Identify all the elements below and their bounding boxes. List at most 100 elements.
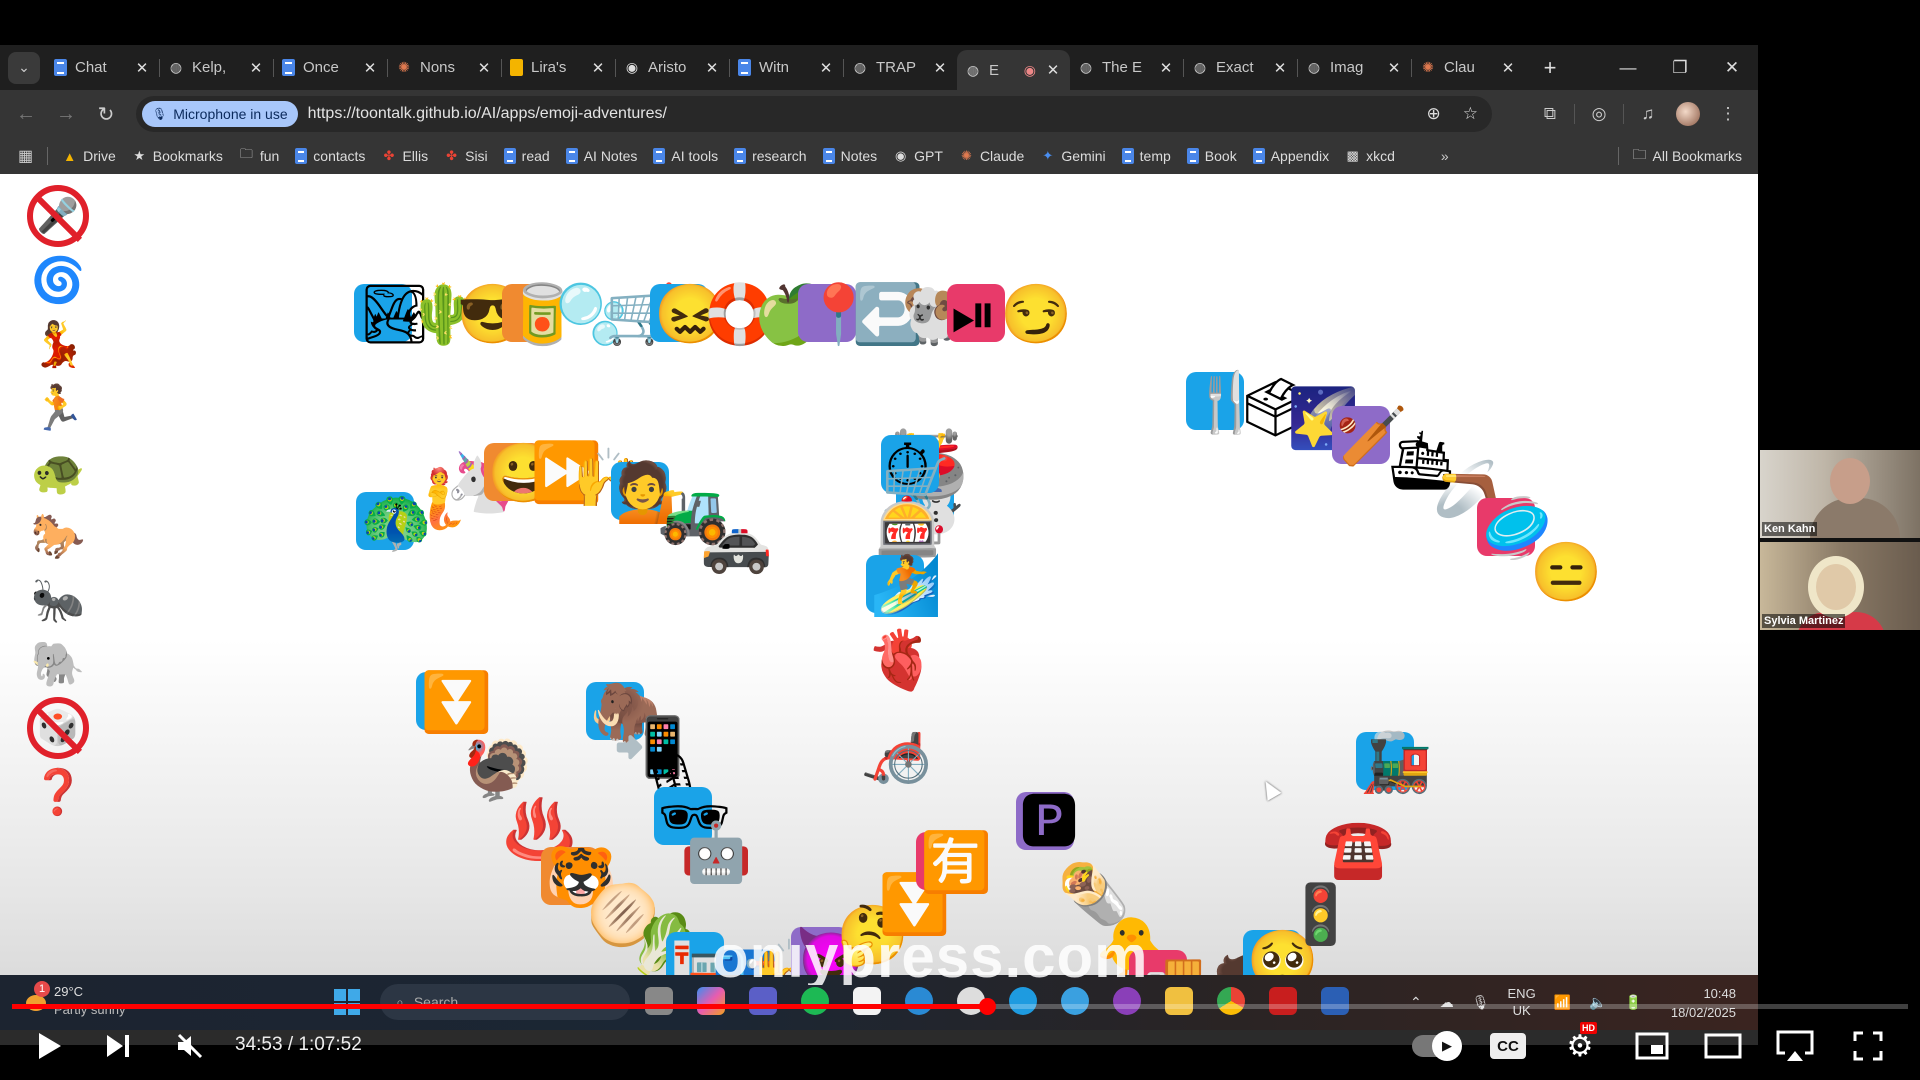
all-bookmarks-button[interactable]: All Bookmarks: [1653, 148, 1742, 164]
emoji-sprite[interactable]: 🫀: [865, 631, 937, 690]
taskbar-search[interactable]: ⌕ Search: [380, 984, 630, 1020]
emoji-sprite[interactable]: ⏯: [951, 286, 997, 344]
emoji-sprite[interactable]: 🏄: [870, 556, 942, 615]
reload-button[interactable]: ↻: [86, 102, 126, 127]
emoji-sprite[interactable]: 🚂: [1360, 734, 1432, 792]
palette-elephant-button[interactable]: 🐘: [22, 632, 94, 696]
palette-runner-button[interactable]: 🏃: [22, 376, 94, 440]
close-tab-icon[interactable]: ✕: [703, 59, 721, 77]
bookmarks-overflow-button[interactable]: »: [1441, 148, 1449, 164]
media-control-icon[interactable]: ♫: [1628, 104, 1668, 124]
bookmark-item[interactable]: ▩ xkcd: [1345, 148, 1394, 164]
bookmark-item[interactable]: ▲ Drive: [62, 148, 116, 164]
video-progress-bar[interactable]: [12, 998, 1908, 1015]
bookmark-item[interactable]: contacts: [295, 148, 365, 164]
back-button[interactable]: ←: [6, 103, 46, 126]
screen-capture-icon[interactable]: ◎: [1579, 104, 1619, 124]
bookmark-item[interactable]: Notes: [822, 148, 877, 164]
emoji-sprite[interactable]: 🎰: [875, 499, 947, 557]
emoji-sprite[interactable]: 🅿: [1020, 794, 1078, 852]
palette-question-button[interactable]: ❓: [22, 760, 94, 824]
bookmark-item[interactable]: Book: [1186, 148, 1237, 164]
emoji-sprite[interactable]: 😑: [1530, 544, 1602, 602]
close-tab-icon[interactable]: ✕: [931, 59, 949, 77]
bookmark-item[interactable]: ◉ GPT: [893, 148, 943, 164]
browser-tab[interactable]: ◍ TRAP ✕: [844, 50, 957, 86]
bookmark-item[interactable]: temp: [1121, 148, 1171, 164]
captions-button[interactable]: CC: [1488, 1024, 1528, 1068]
browser-app-icon[interactable]: [905, 987, 933, 1015]
emoji-sprite[interactable]: 🚦: [1284, 885, 1356, 944]
new-tab-button[interactable]: +: [1535, 55, 1565, 81]
emoji-sprite[interactable]: ☎️: [1322, 819, 1394, 878]
microsoft-store-icon[interactable]: [853, 987, 881, 1015]
palette-no-microphone-button[interactable]: 🎤: [22, 184, 94, 248]
browser-tab[interactable]: ◉ Aristo ✕: [616, 50, 729, 86]
restore-button[interactable]: ❐: [1654, 58, 1706, 78]
file-app-icon[interactable]: [645, 987, 673, 1015]
apps-grid-icon[interactable]: ▦: [18, 146, 33, 166]
close-window-button[interactable]: ✕: [1706, 58, 1758, 78]
bookmark-item[interactable]: ✤ Ellis: [381, 148, 428, 164]
tab-search-button[interactable]: ⌄: [8, 51, 40, 84]
browser-tab[interactable]: ◍ E ◉ ✕: [957, 50, 1070, 90]
palette-dancer-button[interactable]: 💃: [22, 312, 94, 376]
palette-turtle-button[interactable]: 🐢: [22, 440, 94, 504]
chrome-icon[interactable]: [1217, 987, 1245, 1015]
bookmark-item[interactable]: ★ Bookmarks: [132, 148, 222, 164]
browser-tab[interactable]: ◍ Imag ✕: [1298, 50, 1411, 86]
progress-scrubber-handle[interactable]: [978, 998, 996, 1015]
close-tab-icon[interactable]: ✕: [361, 59, 379, 77]
windows-start-icon[interactable]: [334, 989, 360, 1015]
profile-avatar[interactable]: [1676, 102, 1700, 126]
close-tab-icon[interactable]: ✕: [589, 59, 607, 77]
close-tab-icon[interactable]: ✕: [1157, 59, 1175, 77]
emoji-sprite[interactable]: 🈶: [920, 834, 992, 892]
microphone-in-use-chip[interactable]: 🎙 Microphone in use: [142, 101, 298, 127]
bookmark-item[interactable]: 🗀 fun: [239, 146, 279, 164]
cast-button[interactable]: [1775, 1024, 1815, 1068]
bookmark-item[interactable]: AI tools: [653, 148, 718, 164]
fullscreen-button[interactable]: [1848, 1024, 1888, 1068]
taskbar-clock[interactable]: 10:48 18/02/2025: [1671, 984, 1736, 1022]
browser-tab[interactable]: ◍ The E ✕: [1070, 50, 1183, 86]
teams-icon[interactable]: [749, 987, 777, 1015]
word-icon[interactable]: [1321, 987, 1349, 1015]
settings-button[interactable]: ⚙ HD: [1560, 1022, 1600, 1068]
close-tab-icon[interactable]: ✕: [1385, 59, 1403, 77]
extensions-icon[interactable]: ⧉: [1530, 104, 1570, 124]
browser-tab[interactable]: ✺ Clau ✕: [1412, 50, 1525, 86]
emoji-sprite[interactable]: 🦽: [860, 724, 932, 782]
browser-tab[interactable]: ◍ Exact ✕: [1184, 50, 1297, 86]
close-tab-icon[interactable]: ✕: [817, 59, 835, 77]
bookmark-item[interactable]: ✦ Gemini: [1040, 148, 1105, 164]
bookmark-item[interactable]: research: [734, 148, 807, 164]
file-explorer-icon[interactable]: [1165, 987, 1193, 1015]
browser-tab[interactable]: Chat ✕: [46, 50, 159, 86]
close-tab-icon[interactable]: ✕: [475, 59, 493, 77]
close-tab-icon[interactable]: ✕: [1271, 59, 1289, 77]
emoji-sprite[interactable]: 🦃: [462, 742, 534, 800]
browser-tab[interactable]: ✺ Nons ✕: [388, 50, 501, 86]
mute-button[interactable]: [170, 1024, 210, 1068]
forward-button[interactable]: →: [46, 103, 86, 126]
zoom-icon[interactable]: ⊕: [1427, 104, 1441, 124]
minimize-button[interactable]: —: [1602, 58, 1654, 78]
edge-icon[interactable]: [1009, 987, 1037, 1015]
autoplay-toggle[interactable]: [1405, 1024, 1465, 1068]
emoji-sprite[interactable]: 🚓: [700, 514, 772, 572]
copilot-icon[interactable]: [697, 987, 725, 1015]
menu-kebab-icon[interactable]: ⋮: [1708, 104, 1748, 124]
close-tab-icon[interactable]: ✕: [1044, 61, 1062, 79]
browser-tab[interactable]: Once ✕: [274, 50, 387, 86]
bookmark-item[interactable]: read: [503, 148, 550, 164]
github-icon[interactable]: [1113, 987, 1141, 1015]
emoji-sprite[interactable]: 🤖: [680, 824, 752, 882]
palette-no-dice-button[interactable]: 🎲: [22, 696, 94, 760]
browser-tab[interactable]: ◍ Kelp, ✕: [160, 50, 273, 86]
close-tab-icon[interactable]: ✕: [1499, 59, 1517, 77]
acrobat-icon[interactable]: [1269, 987, 1297, 1015]
close-tab-icon[interactable]: ✕: [133, 59, 151, 77]
bookmark-item[interactable]: ✺ Claude: [959, 148, 1024, 164]
theater-mode-button[interactable]: [1703, 1024, 1743, 1068]
